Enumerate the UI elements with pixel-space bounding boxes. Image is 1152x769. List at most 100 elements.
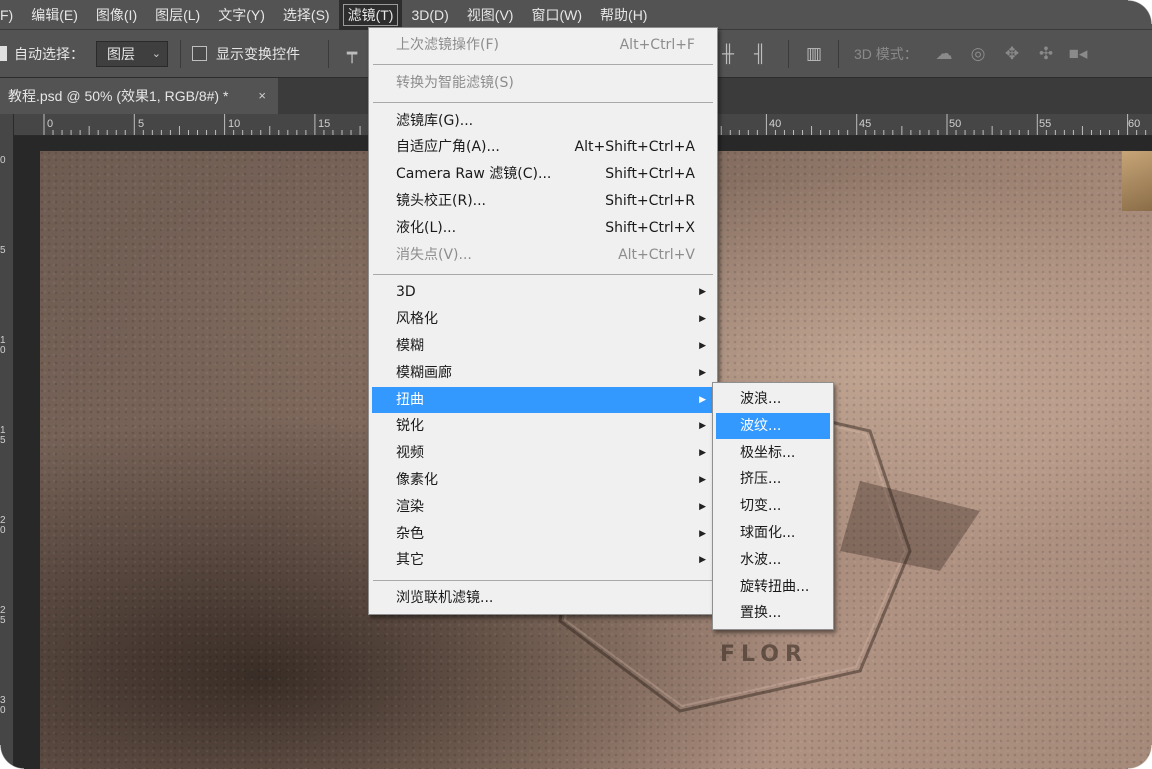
- distort-menu-item[interactable]: 挤压...: [713, 466, 833, 492]
- menu-item-label: 扭曲: [396, 391, 424, 408]
- filter-menu-item[interactable]: 扭曲 ▶: [372, 386, 714, 413]
- menu-separator: [373, 102, 713, 104]
- menu-image[interactable]: 图像(I): [87, 0, 146, 30]
- distort-menu-item[interactable]: 切变...: [713, 493, 833, 519]
- filter-menu-item[interactable]: 其它 ▶: [369, 547, 717, 573]
- distort-menu-item[interactable]: 旋转扭曲...: [713, 574, 833, 600]
- toolbar-divider: [328, 40, 329, 68]
- toolbar-divider: [838, 40, 839, 68]
- filter-menu-item[interactable]: Camera Raw 滤镜(C)... Shift+Ctrl+A: [369, 161, 717, 187]
- submenu-arrow-icon: ▶: [699, 528, 706, 539]
- filter-menu-item[interactable]: 镜头校正(R)... Shift+Ctrl+R: [369, 188, 717, 214]
- ruler-label: 0: [47, 118, 54, 130]
- ruler-label: 40: [769, 118, 782, 130]
- chevron-down-icon: ⌄: [151, 48, 161, 60]
- distribute-right-icon[interactable]: ╢: [748, 42, 772, 66]
- auto-select-checkbox[interactable]: [0, 46, 7, 61]
- menu-view[interactable]: 视图(V): [458, 0, 523, 30]
- 3d-mode-label: 3D 模式：: [854, 46, 918, 62]
- document-tab[interactable]: 教程.psd @ 50% (效果1, RGB/8#) * ×: [0, 78, 278, 114]
- embossed-text: FLOR: [720, 642, 808, 667]
- submenu-arrow-icon: ▶: [699, 341, 706, 351]
- menu-item-label: 波浪...: [740, 391, 782, 407]
- menu-item-label: 球面化...: [740, 525, 796, 541]
- menu-item-label: 转换为智能滤镜(S): [396, 74, 514, 91]
- distribute-hcenter-icon[interactable]: ╫: [716, 42, 740, 66]
- filter-menu-item[interactable]: 滤镜库(G)...: [369, 108, 717, 134]
- slide-3d-icon[interactable]: ✣: [1034, 42, 1058, 66]
- ruler-label: 5: [0, 245, 6, 256]
- menu-item-label: 极坐标...: [740, 444, 796, 461]
- filter-menu-item[interactable]: 自适应广角(A)... Alt+Shift+Ctrl+A: [369, 134, 717, 160]
- filter-menu-item[interactable]: 模糊 ▶: [369, 333, 717, 359]
- filter-menu-item[interactable]: 像素化 ▶: [369, 467, 717, 493]
- menu-layer[interactable]: 图层(L): [146, 0, 209, 30]
- menu-item-shortcut: Alt+Ctrl+F: [619, 37, 695, 53]
- menu-item-label: 挤压...: [740, 471, 782, 488]
- filter-menu-item[interactable]: 3D ▶: [369, 279, 717, 305]
- distort-menu-item[interactable]: 水波...: [713, 547, 833, 573]
- filter-menu-item[interactable]: 转换为智能滤镜(S): [369, 70, 717, 96]
- ruler-label: 2 0: [0, 515, 6, 536]
- filter-menu-item[interactable]: 消失点(V)... Alt+Ctrl+V: [369, 242, 717, 268]
- orbit-3d-icon[interactable]: ☁: [932, 42, 956, 66]
- menu-item-label: 3D: [396, 284, 416, 301]
- auto-select-dropdown[interactable]: 图层 ⌄: [96, 41, 168, 67]
- auto-align-icon[interactable]: ▥: [802, 42, 826, 66]
- filter-menu-item[interactable]: 视频 ▶: [369, 440, 717, 466]
- menu-type[interactable]: 文字(Y): [209, 0, 274, 30]
- filter-menu-item[interactable]: 风格化 ▶: [369, 306, 717, 332]
- menu-item-shortcut: Shift+Ctrl+A: [605, 166, 695, 183]
- ruler-label: 1 0: [0, 335, 6, 356]
- distort-menu-item[interactable]: 球面化...: [713, 520, 833, 546]
- roll-3d-icon[interactable]: ◎: [966, 42, 990, 66]
- ruler-label: 3 0: [0, 695, 6, 716]
- menu-select[interactable]: 选择(S): [274, 0, 339, 30]
- menu-item-label: Camera Raw 滤镜(C)...: [396, 166, 552, 183]
- ruler-label: 60: [1128, 118, 1141, 130]
- filter-menu-item[interactable]: 液化(L)... Shift+Ctrl+X: [369, 215, 717, 241]
- distort-menu-item[interactable]: 极坐标...: [713, 440, 833, 466]
- ruler-label: 45: [859, 118, 872, 130]
- submenu-arrow-icon: ▶: [699, 448, 706, 459]
- menu-file[interactable]: F): [0, 0, 22, 30]
- menu-item-label: 水波...: [740, 551, 782, 568]
- menu-item-shortcut: Alt+Shift+Ctrl+A: [574, 139, 695, 156]
- submenu-arrow-icon: ▶: [699, 287, 706, 298]
- menu-window[interactable]: 窗口(W): [522, 0, 591, 30]
- frame-corner: [1128, 745, 1152, 769]
- ruler-label: 5: [138, 118, 145, 130]
- menu-item-shortcut: Alt+Ctrl+V: [618, 246, 695, 263]
- filter-menu-item[interactable]: 杂色 ▶: [369, 521, 717, 547]
- filter-menu: 上次滤镜操作(F) Alt+Ctrl+F 转换为智能滤镜(S) 滤镜库(G)... 自适…: [368, 27, 718, 615]
- submenu-arrow-icon: ▶: [699, 501, 706, 512]
- menu-item-label: 视频: [396, 445, 424, 462]
- menu-separator: [373, 579, 713, 581]
- distort-menu-item[interactable]: 置换...: [713, 600, 833, 626]
- filter-menu-item[interactable]: 上次滤镜操作(F) Alt+Ctrl+F: [369, 32, 717, 58]
- align-top-icon[interactable]: ┯: [340, 42, 364, 66]
- menu-item-shortcut: Shift+Ctrl+X: [605, 219, 695, 236]
- distort-menu-item[interactable]: 波纹...: [716, 412, 830, 439]
- filter-menu-item[interactable]: 模糊画廊 ▶: [369, 360, 717, 386]
- menu-separator: [373, 273, 713, 275]
- pan-3d-icon[interactable]: ✥: [1000, 42, 1024, 66]
- menu-edit[interactable]: 编辑(E): [22, 0, 87, 30]
- menu-item-label: 模糊画廊: [396, 364, 452, 381]
- menu-help[interactable]: 帮助(H): [591, 0, 656, 30]
- menu-item-label: 液化(L)...: [396, 219, 457, 236]
- show-transform-checkbox[interactable]: [192, 46, 207, 61]
- frame-corner: [0, 745, 24, 769]
- submenu-arrow-icon: ▶: [699, 394, 706, 405]
- menu-3d[interactable]: 3D(D): [402, 0, 457, 30]
- filter-menu-item[interactable]: 渲染 ▶: [369, 494, 717, 520]
- menu-item-label: 波纹...: [740, 417, 782, 434]
- scale-3d-icon[interactable]: ■◂: [1066, 42, 1090, 66]
- menu-filter[interactable]: 滤镜(T): [338, 0, 403, 30]
- ruler-label: 1 5: [0, 425, 6, 446]
- filter-menu-item[interactable]: 浏览联机滤镜...: [369, 585, 717, 611]
- menu-item-shortcut: Shift+Ctrl+R: [605, 193, 695, 209]
- filter-menu-item[interactable]: 锐化 ▶: [369, 413, 717, 439]
- close-icon[interactable]: ×: [258, 78, 266, 114]
- distort-menu-item[interactable]: 波浪...: [713, 386, 833, 412]
